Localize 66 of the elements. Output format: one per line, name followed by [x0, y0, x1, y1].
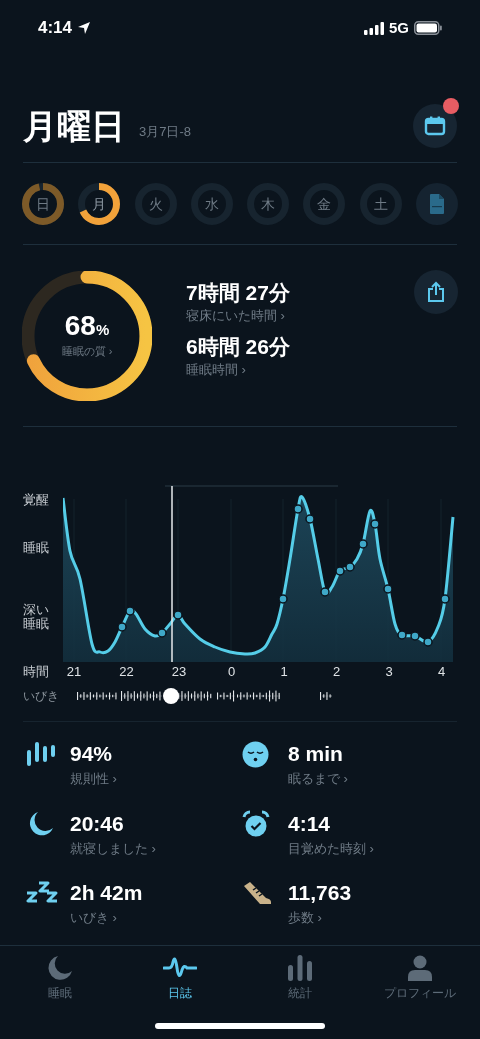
hour-label: 3 — [384, 663, 394, 682]
sleep-stage-label: 睡眠 — [23, 541, 50, 556]
hour-label: 4 — [436, 663, 447, 682]
moon-icon — [47, 955, 73, 981]
day-button[interactable]: 金 — [303, 183, 346, 225]
stat-label[interactable]: 歩数 › — [288, 908, 352, 928]
battery-icon — [414, 21, 442, 35]
quality-label: 睡眠の質 › — [61, 344, 113, 359]
stat-label[interactable]: 目覚めた時刻 › — [288, 838, 374, 858]
calendar-icon — [424, 115, 446, 137]
duration-value: 7時間 27分 — [186, 279, 290, 306]
wave-icon — [163, 956, 197, 980]
stat-value: 94% — [70, 741, 114, 767]
snoring-label: いびき — [23, 690, 60, 702]
day-title: 月曜日 — [23, 109, 125, 143]
duration-value: 6時間 26分 — [186, 333, 290, 360]
tab[interactable]: 統計 — [240, 954, 360, 1002]
document-icon — [428, 193, 445, 215]
sleep-quality-ring[interactable]: 68% 睡眠の質 › — [22, 270, 152, 401]
sleep-stage-label: 覚醒 — [23, 493, 50, 508]
report-button[interactable] — [415, 183, 458, 225]
day-button[interactable]: 日 — [22, 183, 64, 225]
hour-label: 0 — [226, 663, 237, 682]
tab[interactable]: 睡眠 — [0, 954, 120, 1002]
person-icon — [408, 955, 432, 981]
calendar-button[interactable] — [413, 104, 457, 148]
hour-label: 2 — [331, 663, 342, 682]
day-button[interactable]: 火 — [134, 183, 177, 225]
status-time: 4:14 — [38, 17, 73, 40]
day-button[interactable]: 木 — [247, 183, 290, 225]
stat-value: 8 min — [288, 741, 344, 767]
location-arrow-icon — [77, 21, 92, 35]
hour-label: 21 — [65, 663, 83, 682]
hour-label: 23 — [170, 663, 188, 682]
percent-sign: % — [95, 320, 110, 340]
stat-value: 2h 42m — [70, 880, 143, 906]
duration-label[interactable]: 睡眠時間 › — [186, 359, 290, 380]
stat-label[interactable]: いびき › — [70, 908, 143, 928]
hour-label: 1 — [279, 663, 289, 682]
network-label: 5G — [389, 17, 409, 38]
date-range: 3月7日-8 — [139, 123, 192, 142]
shoe-icon — [242, 880, 272, 906]
stat-value: 11,763 — [288, 880, 352, 906]
day-button[interactable]: 水 — [190, 183, 233, 225]
stat-value: 20:46 — [70, 810, 125, 837]
day-button[interactable]: 月 — [78, 183, 121, 225]
stat-label[interactable]: 就寝しました › — [70, 838, 156, 858]
playhead-handle[interactable] — [163, 688, 179, 704]
sleepy-face-icon — [242, 740, 269, 768]
signal-icon — [364, 21, 384, 35]
alarm-clock-icon — [242, 809, 270, 838]
hour-label: 22 — [118, 663, 135, 682]
day-button[interactable]: 土 — [359, 183, 402, 225]
bars-icon — [26, 741, 56, 767]
tab[interactable]: 日誌 — [120, 954, 240, 1002]
share-icon — [427, 281, 445, 303]
stat-value: 4:14 — [288, 810, 332, 837]
bar-chart-icon — [288, 955, 312, 981]
quality-value: 68 — [64, 311, 96, 340]
sleep-stage-label: 深い睡眠 — [23, 603, 50, 632]
tab[interactable]: プロフィール — [360, 954, 480, 1002]
stat-label[interactable]: 眠るまで › — [288, 769, 348, 789]
share-button[interactable] — [414, 270, 458, 314]
stat-label[interactable]: 規則性 › — [70, 769, 117, 789]
time-axis-label: 時間 — [23, 663, 50, 682]
duration-label[interactable]: 寝床にいた時間 › — [186, 306, 290, 326]
